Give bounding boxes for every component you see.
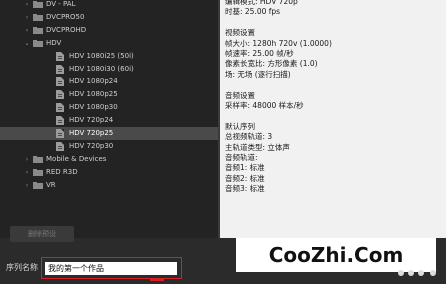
tree-preset[interactable]: HDV 1080p30 — [0, 101, 218, 114]
annotation-arrow — [150, 279, 164, 281]
preset-tree-panel: › DV - PAL › DVCPRO50 › DVCPROHD ⌄ HDV HDV 1080i… — [0, 0, 218, 238]
chevron-right-icon[interactable]: › — [24, 166, 30, 179]
folder-icon — [33, 39, 43, 47]
tree-preset[interactable]: HDV 720p30 — [0, 140, 218, 153]
preset-file-icon — [56, 103, 64, 113]
tree-preset-label: HDV 720p24 — [69, 116, 114, 125]
sequence-name-label: 序列名称 — [6, 263, 38, 272]
preset-file-icon — [56, 64, 64, 74]
tree-folder[interactable]: › DV - PAL — [0, 0, 218, 11]
preset-info-line: 视频设置 — [225, 28, 255, 38]
watermark-text: CooZhi.Com — [268, 243, 404, 267]
tree-preset[interactable]: HDV 1080p25 — [0, 88, 218, 101]
preset-info-line: 时基: 25.00 fps — [225, 7, 281, 17]
tree-folder-label: HDV — [46, 38, 62, 47]
tree-preset[interactable]: HDV 720p24 — [0, 114, 218, 127]
tree-folder-label: Mobile & Devices — [46, 154, 107, 163]
tree-preset-label: HDV 1080p24 — [69, 77, 118, 86]
chevron-down-icon[interactable]: ⌄ — [24, 37, 30, 50]
tree-preset[interactable]: HDV 720p25 — [0, 127, 218, 140]
folder-icon — [33, 155, 43, 163]
chevron-right-icon[interactable]: › — [24, 0, 30, 11]
tree-preset-label: HDV 1080i25 (50i) — [69, 51, 134, 60]
tree-preset-label: HDV 720p25 — [69, 129, 114, 137]
tree-folder-label: DVCPROHD — [46, 25, 87, 34]
preset-info-line: 音频3: 标准 — [225, 184, 265, 194]
preset-file-icon — [56, 141, 64, 151]
tree-folder-label: RED R3D — [46, 167, 78, 176]
folder-icon — [33, 1, 43, 8]
tree-folder[interactable]: › DVCPRO50 — [0, 11, 218, 24]
preset-description-panel: 编辑模式: HDV 720p 时基: 25.00 fps 视频设置 帧大小: 1280… — [220, 0, 446, 238]
preset-file-icon — [56, 90, 64, 100]
tree-preset-label: HDV 1080i30 (60i) — [69, 64, 134, 73]
tree-preset[interactable]: HDV 1080i30 (60i) — [0, 63, 218, 76]
tree-folder[interactable]: › Mobile & Devices — [0, 153, 218, 166]
tree-folder[interactable]: › VR — [0, 179, 218, 192]
preset-info-line: 音频设置 — [225, 90, 255, 100]
tree-folder[interactable]: ⌄ HDV — [0, 37, 218, 50]
preset-info-line: 音频1: 标准 — [225, 163, 265, 173]
preset-info-line: 场: 无场 (逐行扫描) — [225, 69, 291, 79]
chevron-right-icon[interactable]: › — [24, 179, 30, 192]
chevron-right-icon[interactable]: › — [24, 24, 30, 37]
folder-icon — [33, 26, 43, 34]
preset-info-line: 音频2: 标准 — [225, 173, 265, 183]
preset-file-icon — [56, 51, 64, 61]
paw-dot-icon — [398, 270, 404, 276]
chevron-right-icon[interactable]: › — [24, 11, 30, 24]
tree-folder[interactable]: › RED R3D — [0, 166, 218, 179]
paw-dot-icon — [408, 270, 414, 276]
preset-info-line: 音频轨道: — [225, 153, 258, 162]
delete-preset-button[interactable]: 删除预设 — [10, 226, 74, 242]
preset-info-line: 帧大小: 1280h 720v (1.0000) — [225, 38, 332, 48]
tree-preset[interactable]: HDV 1080i25 (50i) — [0, 50, 218, 63]
preset-info-line: 帧速率: 25.00 帧/秒 — [225, 49, 294, 58]
tree-preset-label: HDV 720p30 — [69, 141, 114, 150]
tree-folder-label: DVCPRO50 — [46, 12, 85, 21]
preset-info-line: 像素长宽比: 方形像素 (1.0) — [225, 59, 318, 69]
tree-preset-label: HDV 1080p25 — [69, 90, 118, 99]
tree-preset[interactable]: HDV 1080p24 — [0, 75, 218, 88]
folder-icon — [33, 181, 43, 189]
preset-info-line: 编辑模式: HDV 720p — [225, 0, 298, 6]
tree-preset-label: HDV 1080p30 — [69, 103, 118, 112]
paw-dot-icon — [418, 270, 424, 276]
tree-folder[interactable]: › DVCPROHD — [0, 24, 218, 37]
preset-file-icon — [56, 116, 64, 126]
paw-dot-icon — [430, 270, 436, 276]
preset-file-icon — [56, 129, 64, 138]
tree-folder-label: DV - PAL — [46, 0, 76, 8]
folder-icon — [33, 13, 43, 21]
preset-info-line: 主轨道类型: 立体声 — [225, 142, 290, 152]
preset-info-line: 默认序列 — [225, 121, 255, 131]
tree-folder-label: VR — [46, 180, 56, 189]
preset-info-line: 采样率: 48000 样本/秒 — [225, 101, 304, 110]
preset-info-line: 总视频轨道: 3 — [225, 132, 273, 142]
chevron-right-icon[interactable]: › — [24, 153, 30, 166]
folder-icon — [33, 168, 43, 176]
annotation-highlight-box — [41, 257, 182, 279]
preset-file-icon — [56, 77, 64, 87]
